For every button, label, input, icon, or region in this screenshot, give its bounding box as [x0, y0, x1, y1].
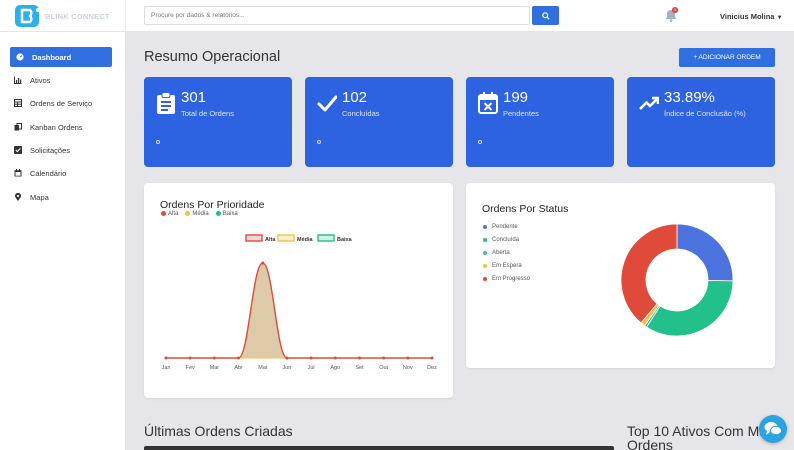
sidebar-item-calendario[interactable]: Calendário [10, 163, 112, 183]
x-tick-label: Mai [258, 365, 267, 371]
stat-value: 33.89% [664, 89, 715, 106]
sidebar-item-solicitacoes[interactable]: Solicitações [10, 140, 112, 160]
data-point-jul [309, 356, 313, 360]
brand-name: BLINK CONNECT [45, 11, 110, 21]
stat-card-total[interactable]: 301 Total de Ordens [144, 77, 292, 167]
x-tick-label: Mar [210, 365, 220, 371]
data-point-mar [212, 356, 216, 360]
data-point-jun [285, 356, 289, 360]
calendar-x-icon [478, 92, 498, 114]
stat-label: Total de Ordens [181, 109, 234, 118]
check-icon [317, 95, 337, 112]
clipboard-icon [157, 92, 175, 114]
user-menu[interactable]: Vinicius Molina ▼ [720, 12, 783, 21]
search-icon [541, 11, 550, 20]
top-bar: BLINK CONNECT Procure por dados & relató… [0, 0, 794, 32]
sidebar-item-mapa[interactable]: Mapa [10, 187, 112, 207]
calendar-icon [14, 169, 22, 177]
legend-label: Baixa [337, 237, 353, 243]
x-tick-label: Jan [162, 365, 171, 371]
sidebar: Dashboard Ativos Ordens de Serviço Kanba… [0, 32, 126, 450]
x-tick-label: Set [355, 365, 364, 371]
data-point-out [382, 356, 386, 360]
donut-slice-pendente [676, 223, 734, 282]
legend-box-baixa [317, 234, 335, 242]
data-point-jan [164, 356, 168, 360]
search-button[interactable] [532, 6, 559, 25]
trending-up-icon [639, 96, 659, 110]
checkbox-icon [14, 146, 22, 154]
data-point-dez [430, 356, 434, 360]
donut-slice-em-progresso [620, 223, 678, 324]
chat-button[interactable] [759, 415, 787, 443]
dashboard-icon [16, 53, 24, 61]
add-order-button[interactable]: + ADICIONAR ORDEM [679, 48, 775, 67]
sidebar-item-kanban-ordens[interactable]: Kanban Ordens [10, 117, 112, 137]
sidebar-item-label: Ativos [30, 75, 51, 85]
stat-value: 301 [181, 89, 207, 106]
latest-orders-title: Últimas Ordens Criadas [144, 423, 293, 439]
bar-chart-icon [14, 76, 22, 84]
x-tick-label: Fev [186, 365, 195, 371]
stat-card-pending[interactable]: 199 Pendentes [466, 77, 614, 167]
data-point-set [357, 356, 361, 360]
stat-label: Concluídas [342, 109, 380, 118]
priority-chart-card: Ordens Por Prioridade Alta Média Baixa A… [144, 183, 453, 398]
data-point-ago [333, 356, 337, 360]
x-tick-label: Out [379, 365, 388, 371]
x-tick-label: Abr [234, 365, 243, 371]
sidebar-item-ativos[interactable]: Ativos [10, 70, 112, 90]
legend-label: Média [297, 237, 314, 243]
status-chart-card: Ordens Por Status Pendente Concluída Abe… [466, 183, 775, 368]
top-assets-title: Top 10 Ativos Com Mais Ordens [627, 423, 778, 450]
stat-label: Pendentes [503, 109, 539, 118]
search-input[interactable]: Procure por dados & relatórios... [144, 6, 530, 25]
sidebar-item-dashboard[interactable]: Dashboard [10, 47, 112, 67]
priority-area-chart: Alta Média Baixa Jan Fev Mar Abr Mai Jun Jul Ago Se… [162, 234, 437, 371]
sidebar-item-label: Mapa [30, 192, 49, 202]
sidebar-item-label: Dashboard [32, 52, 72, 62]
series-area-alta [166, 263, 432, 358]
x-tick-label: Ago [330, 365, 340, 371]
chat-icon [764, 422, 782, 436]
x-tick-label: Dez [427, 365, 437, 371]
donut-slice-concluída [646, 280, 734, 337]
data-point-mai [261, 261, 265, 265]
x-tick-label: Nov [403, 365, 413, 371]
sidebar-item-label: Solicitações [30, 145, 71, 155]
brand[interactable]: BLINK CONNECT [0, 0, 126, 32]
user-name: Vinicius Molina [720, 12, 775, 21]
table-icon [14, 99, 22, 107]
x-tick-label: Jul [308, 365, 315, 371]
status-donut-chart [620, 223, 734, 337]
page-title: Resumo Operacional [144, 49, 281, 65]
series-line-alta [166, 262, 432, 359]
map-pin-icon [15, 193, 21, 201]
sidebar-item-label: Kanban Ordens [30, 122, 83, 132]
legend-box-media [277, 234, 295, 242]
legend-box-alta [245, 234, 263, 242]
chevron-down-icon: ▼ [776, 15, 783, 21]
data-point-fev [188, 356, 192, 360]
stat-card-completion-rate[interactable]: 33.89% Índice de Conclusão (%) [627, 77, 775, 167]
data-point-abr [237, 356, 241, 360]
latest-orders-table-header [144, 446, 614, 450]
copy-icon [14, 123, 22, 131]
stat-card-completed[interactable]: 102 Concluídas [305, 77, 453, 167]
legend-label: Alta [265, 237, 276, 243]
stat-label: Índice de Conclusão (%) [664, 109, 746, 118]
stat-indicator [156, 140, 160, 144]
data-point-nov [406, 356, 410, 360]
stat-value: 102 [342, 89, 368, 106]
stat-indicator [478, 140, 482, 144]
stat-indicator [317, 140, 321, 144]
sidebar-item-label: Ordens de Serviço [30, 98, 93, 108]
x-tick-label: Jun [282, 365, 291, 371]
sidebar-item-label: Calendário [30, 168, 67, 178]
notification-badge: 0 [672, 7, 678, 13]
brand-logo [15, 5, 40, 27]
stat-value: 199 [503, 89, 529, 106]
sidebar-item-ordens-de-servico[interactable]: Ordens de Serviço [10, 93, 112, 113]
